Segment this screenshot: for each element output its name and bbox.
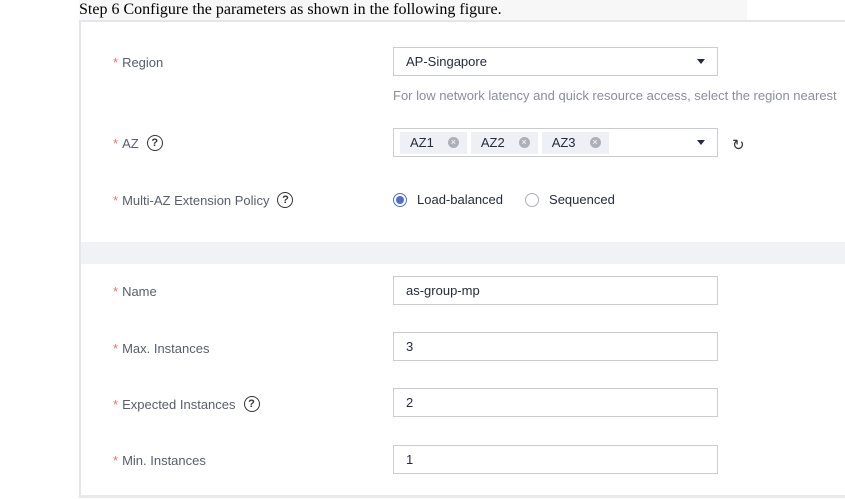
- step-instruction: Step 6 Configure the parameters as shown…: [79, 0, 747, 20]
- as-group-form: * Region AP-Singapore For low network la…: [79, 20, 845, 498]
- max-instances-value: 3: [406, 339, 414, 354]
- az-label: * AZ ?: [113, 133, 163, 153]
- region-label-text: Region: [122, 54, 164, 70]
- az-tag-label: AZ1: [410, 135, 434, 150]
- expected-instances-value: 2: [406, 395, 414, 410]
- help-icon[interactable]: ?: [277, 192, 294, 208]
- az-multiselect[interactable]: AZ1 × AZ2 × AZ3 ×: [393, 128, 718, 157]
- help-icon[interactable]: ?: [146, 135, 163, 151]
- az-tag: AZ2 ×: [470, 131, 538, 154]
- radio-unchecked-icon[interactable]: [525, 192, 540, 207]
- name-value: as-group-mp: [406, 283, 480, 298]
- region-label: * Region: [113, 52, 163, 72]
- required-mark: *: [113, 340, 119, 356]
- min-instances-label: * Min. Instances: [113, 450, 206, 470]
- policy-label: * Multi-AZ Extension Policy ?: [113, 190, 294, 210]
- radio-sequenced[interactable]: Sequenced: [525, 192, 615, 207]
- max-instances-input[interactable]: 3: [393, 332, 718, 361]
- required-mark: *: [113, 192, 119, 208]
- radio-label: Load-balanced: [417, 192, 504, 207]
- policy-label-text: Multi-AZ Extension Policy: [122, 192, 270, 208]
- region-hint: For low network latency and quick resour…: [393, 88, 837, 103]
- required-mark: *: [113, 452, 119, 468]
- refresh-icon[interactable]: ↻: [732, 136, 745, 154]
- az-label-text: AZ: [122, 135, 139, 151]
- name-label: * Name: [113, 281, 157, 301]
- name-input[interactable]: as-group-mp: [393, 276, 718, 305]
- az-tag-label: AZ3: [551, 135, 576, 150]
- required-mark: *: [113, 283, 119, 299]
- policy-radio-group: Load-balanced Sequenced: [393, 192, 637, 207]
- remove-tag-icon[interactable]: ×: [589, 137, 601, 148]
- expected-instances-label: * Expected Instances ?: [113, 394, 260, 414]
- chevron-down-icon: [697, 59, 705, 64]
- panel-bottom-border: [81, 495, 845, 498]
- radio-label: Sequenced: [549, 192, 615, 207]
- min-instances-input[interactable]: 1: [393, 445, 718, 474]
- remove-tag-icon[interactable]: ×: [447, 137, 459, 148]
- radio-checked-icon[interactable]: [393, 192, 407, 207]
- region-select[interactable]: AP-Singapore: [393, 47, 718, 76]
- az-tag-label: AZ2: [480, 135, 505, 150]
- radio-load-balanced[interactable]: Load-balanced: [393, 192, 503, 207]
- help-icon[interactable]: ?: [243, 396, 260, 412]
- region-value: AP-Singapore: [406, 54, 487, 69]
- required-mark: *: [113, 396, 119, 412]
- chevron-down-icon: [697, 140, 705, 145]
- expected-instances-label-text: Expected Instances: [122, 396, 236, 412]
- expected-instances-input[interactable]: 2: [393, 388, 718, 417]
- section-divider: [81, 242, 845, 264]
- max-instances-label-text: Max. Instances: [122, 340, 210, 356]
- required-mark: *: [113, 135, 119, 151]
- max-instances-label: * Max. Instances: [113, 338, 210, 358]
- az-tag: AZ3 ×: [541, 131, 609, 154]
- remove-tag-icon[interactable]: ×: [518, 137, 530, 148]
- az-tag: AZ1 ×: [400, 131, 467, 154]
- required-mark: *: [113, 54, 119, 70]
- name-label-text: Name: [122, 283, 157, 299]
- min-instances-label-text: Min. Instances: [122, 452, 206, 468]
- min-instances-value: 1: [406, 452, 414, 467]
